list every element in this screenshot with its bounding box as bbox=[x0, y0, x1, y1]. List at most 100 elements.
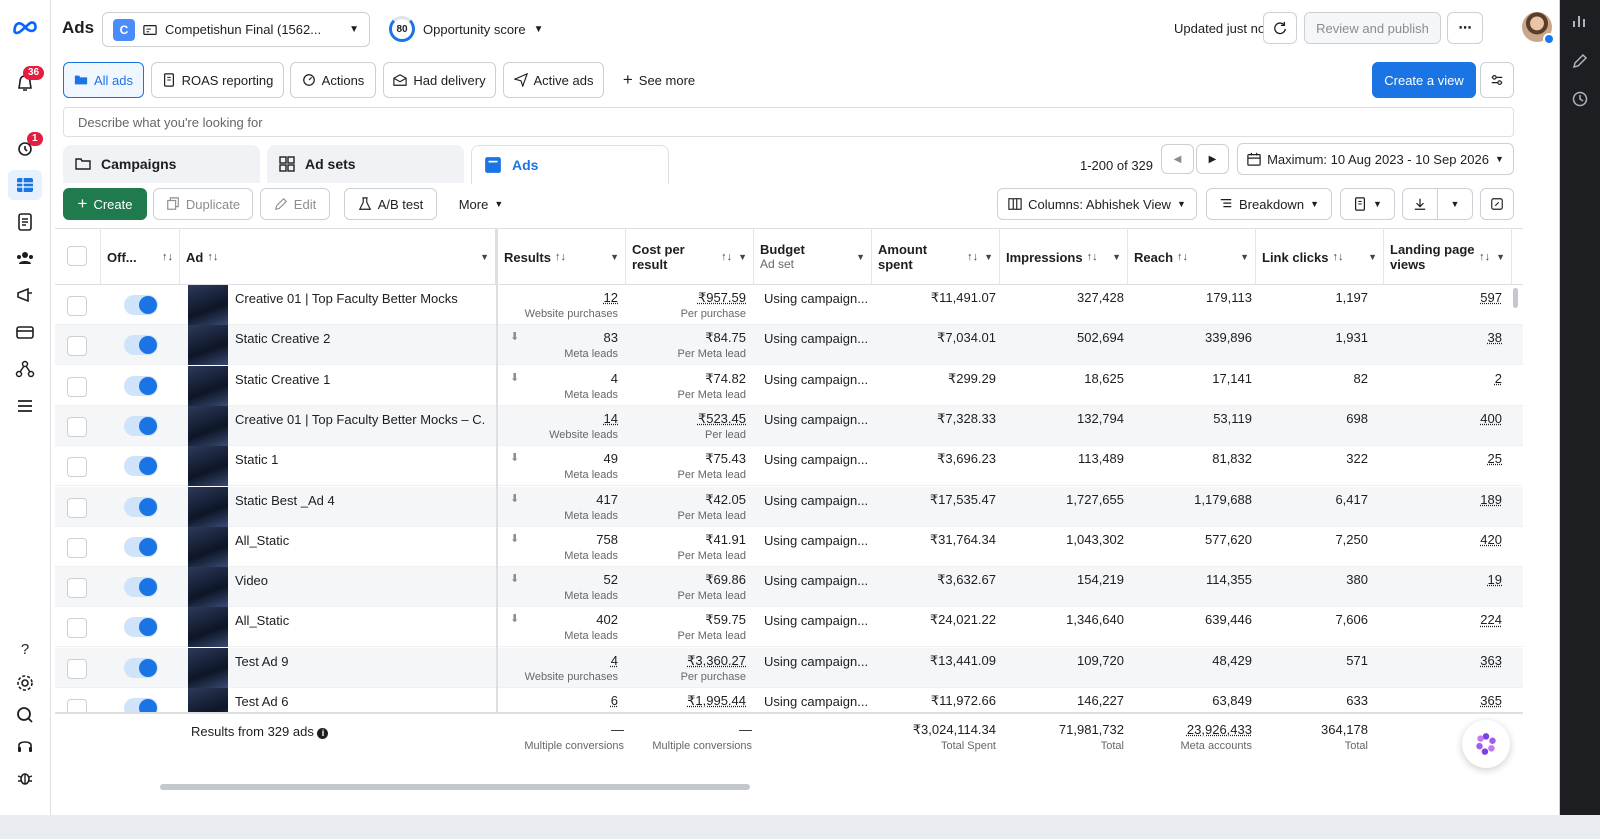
audiences-icon[interactable] bbox=[13, 246, 37, 270]
table-row[interactable]: Creative 01 | Top Faculty Better Mocks –… bbox=[55, 405, 1523, 446]
ad-thumbnail[interactable] bbox=[188, 365, 228, 406]
col-budget[interactable]: Budget Ad set ▼ bbox=[754, 229, 872, 285]
ad-name-link[interactable]: Test Ad 9 bbox=[235, 654, 485, 669]
ad-status-toggle[interactable] bbox=[124, 577, 158, 598]
view-active-ads[interactable]: Active ads bbox=[503, 62, 604, 98]
ai-assistant-button[interactable] bbox=[1462, 720, 1510, 768]
table-row[interactable]: All_Static ⬇ 402 Meta leads ₹59.75 Per Meta l… bbox=[55, 607, 1523, 648]
next-page-button[interactable]: ▶ bbox=[1196, 144, 1229, 174]
campaign-planner-icon[interactable] bbox=[13, 283, 37, 307]
ad-status-toggle[interactable] bbox=[124, 335, 158, 356]
more-actions-dropdown[interactable]: More ▼ bbox=[446, 188, 516, 220]
refresh-button[interactable] bbox=[1263, 12, 1297, 44]
row-checkbox[interactable] bbox=[67, 658, 87, 679]
export-options-dropdown[interactable]: ▼ bbox=[1437, 188, 1473, 220]
col-ad[interactable]: Ad ↑↓ ▼ bbox=[180, 229, 497, 285]
horizontal-scrollbar[interactable] bbox=[160, 784, 750, 790]
landing-page-views-cell[interactable]: 597 bbox=[1384, 290, 1502, 306]
view-all-ads[interactable]: All ads bbox=[63, 62, 144, 98]
info-icon[interactable]: i bbox=[317, 728, 329, 739]
opportunity-score[interactable]: 80 Opportunity score ▼ bbox=[389, 14, 544, 44]
col-cost-per-result[interactable]: Cost per result ↑↓ ▼ bbox=[626, 229, 754, 285]
row-checkbox[interactable] bbox=[67, 578, 87, 599]
ad-thumbnail[interactable] bbox=[188, 647, 228, 688]
ad-status-toggle[interactable] bbox=[124, 496, 158, 517]
table-row[interactable]: Static Creative 2 ⬇ 83 Meta leads ₹84.75 Per … bbox=[55, 325, 1523, 366]
ad-thumbnail[interactable] bbox=[188, 285, 228, 325]
ad-status-toggle[interactable] bbox=[124, 456, 158, 477]
history-clock-icon[interactable] bbox=[1571, 90, 1589, 108]
ad-status-toggle[interactable] bbox=[124, 375, 158, 396]
landing-page-views-cell[interactable]: 19 bbox=[1384, 572, 1502, 588]
ads-manager-table-icon[interactable] bbox=[8, 170, 42, 200]
ad-thumbnail[interactable] bbox=[188, 446, 228, 487]
tab-campaigns[interactable]: Campaigns bbox=[63, 145, 260, 183]
support-headset-icon[interactable] bbox=[13, 734, 37, 758]
ad-status-toggle[interactable] bbox=[124, 617, 158, 638]
reports-icon[interactable] bbox=[13, 210, 37, 234]
billing-icon[interactable] bbox=[13, 320, 37, 344]
ad-status-toggle[interactable] bbox=[124, 295, 158, 315]
table-row[interactable]: Creative 01 | Top Faculty Better Mocks 12… bbox=[55, 285, 1523, 325]
chart-icon[interactable] bbox=[1571, 12, 1589, 30]
ad-name-link[interactable]: All_Static bbox=[235, 533, 485, 548]
review-publish-button[interactable]: Review and publish bbox=[1304, 12, 1441, 44]
landing-page-views-cell[interactable]: 189 bbox=[1384, 492, 1502, 508]
ad-name-link[interactable]: Static 1 bbox=[235, 452, 485, 467]
breakdown-dropdown[interactable]: Breakdown ▼ bbox=[1206, 188, 1332, 220]
landing-page-views-cell[interactable]: 38 bbox=[1384, 330, 1502, 346]
table-row[interactable]: Static Creative 1 ⬇ 4 Meta leads ₹74.82 Per M… bbox=[55, 365, 1523, 406]
ad-name-link[interactable]: Creative 01 | Top Faculty Better Mocks bbox=[235, 291, 485, 306]
meta-logo-icon[interactable] bbox=[11, 15, 39, 39]
ad-thumbnail[interactable] bbox=[188, 486, 228, 527]
view-had-delivery[interactable]: Had delivery bbox=[383, 62, 496, 98]
report-bug-icon[interactable] bbox=[13, 766, 37, 790]
table-row[interactable]: All_Static ⬇ 758 Meta leads ₹41.91 Per Meta l… bbox=[55, 526, 1523, 567]
view-roas-reporting[interactable]: ROAS reporting bbox=[151, 62, 284, 98]
select-all-checkbox[interactable] bbox=[67, 246, 87, 266]
col-impressions[interactable]: Impressions ↑↓ ▼ bbox=[1000, 229, 1128, 285]
account-selector[interactable]: C Competishun Final (1562... ▼ bbox=[102, 12, 370, 47]
landing-page-views-cell[interactable]: 400 bbox=[1384, 411, 1502, 427]
ad-name-link[interactable]: Static Creative 2 bbox=[235, 331, 485, 346]
landing-page-views-cell[interactable]: 365 bbox=[1384, 693, 1502, 709]
landing-page-views-cell[interactable]: 224 bbox=[1384, 612, 1502, 628]
events-manager-icon[interactable] bbox=[13, 357, 37, 381]
landing-page-views-cell[interactable]: 420 bbox=[1384, 532, 1502, 548]
ad-name-link[interactable]: Video bbox=[235, 573, 485, 588]
col-results[interactable]: Results ↑↓ ▼ bbox=[498, 229, 626, 285]
row-checkbox[interactable] bbox=[67, 376, 87, 397]
landing-page-views-cell[interactable]: 363 bbox=[1384, 653, 1502, 669]
notifications-icon[interactable]: 36 bbox=[13, 66, 45, 96]
table-row[interactable]: Video ⬇ 52 Meta leads ₹69.86 Per Meta lead Usi… bbox=[55, 567, 1523, 608]
view-actions[interactable]: Actions bbox=[290, 62, 376, 98]
ad-thumbnail[interactable] bbox=[188, 607, 228, 648]
row-checkbox[interactable] bbox=[67, 497, 87, 518]
ad-status-toggle[interactable] bbox=[124, 536, 158, 557]
row-checkbox[interactable] bbox=[67, 336, 87, 357]
expand-view-button[interactable] bbox=[1480, 188, 1514, 220]
duplicate-button[interactable]: Duplicate bbox=[153, 188, 253, 220]
ad-thumbnail[interactable] bbox=[188, 567, 228, 608]
col-amount-spent[interactable]: Amount spent ↑↓ ▼ bbox=[872, 229, 1000, 285]
ab-test-button[interactable]: A/B test bbox=[344, 188, 437, 220]
row-checkbox[interactable] bbox=[67, 296, 87, 316]
col-link-clicks[interactable]: Link clicks ↑↓ ▼ bbox=[1256, 229, 1384, 285]
table-row[interactable]: Static Best _Ad 4 ⬇ 417 Meta leads ₹42.05 Per… bbox=[55, 486, 1523, 527]
search-input[interactable]: Describe what you're looking for bbox=[63, 107, 1514, 137]
date-range-picker[interactable]: Maximum: 10 Aug 2023 - 10 Sep 2026 ▼ bbox=[1237, 143, 1514, 175]
row-checkbox[interactable] bbox=[67, 537, 87, 558]
help-icon[interactable]: ? bbox=[13, 637, 37, 661]
ad-name-link[interactable]: Static Best _Ad 4 bbox=[235, 493, 485, 508]
col-landing-page-views[interactable]: Landing page views ↑↓ ▼ bbox=[1384, 229, 1512, 285]
tab-ad-sets[interactable]: Ad sets bbox=[267, 145, 464, 183]
landing-page-views-cell[interactable]: 2 bbox=[1384, 371, 1502, 387]
edit-button[interactable]: Edit bbox=[260, 188, 330, 220]
table-row[interactable]: Static 1 ⬇ 49 Meta leads ₹75.43 Per Meta lead… bbox=[55, 446, 1523, 487]
columns-dropdown[interactable]: Columns: Abhishek View ▼ bbox=[997, 188, 1197, 220]
row-checkbox[interactable] bbox=[67, 618, 87, 639]
all-tools-menu-icon[interactable] bbox=[13, 394, 37, 418]
ad-name-link[interactable]: Test Ad 6 bbox=[235, 694, 485, 709]
customize-views-button[interactable] bbox=[1480, 62, 1514, 98]
export-button[interactable] bbox=[1402, 188, 1438, 220]
